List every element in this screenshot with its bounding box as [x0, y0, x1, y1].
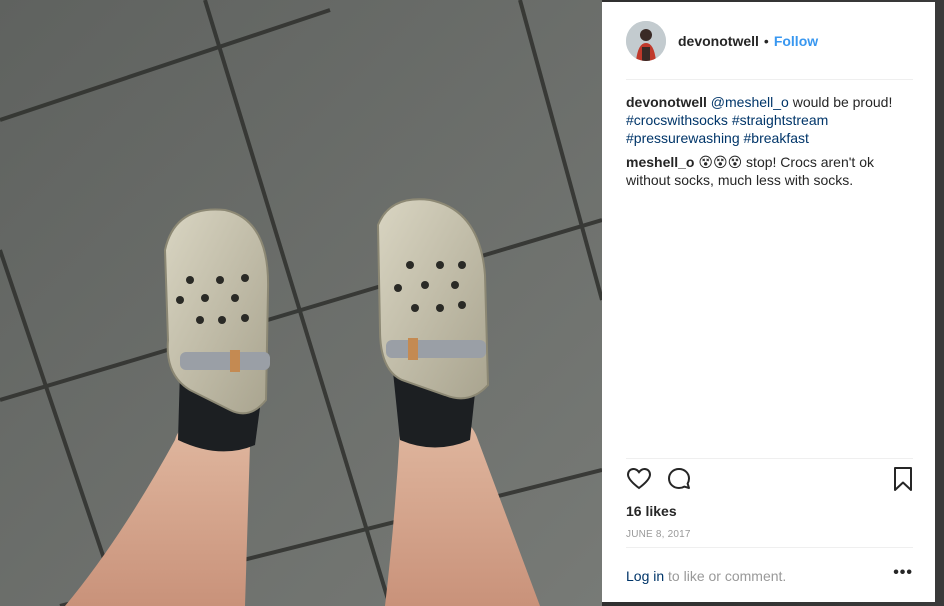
- hashtag-link[interactable]: #breakfast: [744, 130, 809, 146]
- post-actions: [624, 466, 916, 498]
- avatar-image: [626, 21, 666, 61]
- actions-divider: [626, 458, 913, 459]
- post-side-panel: devonotwell • Follow devonotwell @meshel…: [602, 2, 935, 602]
- caption: devonotwell @meshell_o would be proud! #…: [626, 93, 913, 147]
- post-header: devonotwell • Follow: [626, 20, 913, 62]
- comments-list: devonotwell @meshell_o would be proud! #…: [626, 93, 913, 195]
- caption-text: would be proud!: [792, 94, 893, 110]
- comment-item: meshell_o 😵😵😵 stop! Crocs aren't ok with…: [626, 153, 913, 189]
- heart-icon[interactable]: [626, 466, 652, 497]
- avatar[interactable]: [626, 21, 666, 61]
- caption-mention[interactable]: @meshell_o: [711, 94, 789, 110]
- follow-button[interactable]: Follow: [774, 33, 818, 49]
- post-image: [0, 0, 602, 606]
- post-date: JUNE 8, 2017: [626, 529, 691, 540]
- hashtag-link[interactable]: #pressurewashing: [626, 130, 740, 146]
- login-suffix: to like or comment.: [668, 568, 787, 584]
- likes-count[interactable]: 16 likes: [626, 503, 677, 519]
- header-username[interactable]: devonotwell: [678, 33, 759, 49]
- header-divider: [626, 79, 913, 80]
- post-photo[interactable]: [0, 0, 602, 606]
- header-separator: •: [763, 33, 769, 49]
- login-link[interactable]: Log in: [626, 568, 664, 584]
- login-prompt: Log in to like or comment.: [626, 568, 913, 584]
- comment-icon[interactable]: [666, 466, 692, 497]
- instagram-post-modal: devonotwell • Follow devonotwell @meshel…: [0, 0, 944, 606]
- comment-author[interactable]: meshell_o: [626, 154, 694, 170]
- hashtag-link[interactable]: #crocswithsocks: [626, 112, 728, 128]
- footer-divider: [626, 547, 913, 548]
- caption-author[interactable]: devonotwell: [626, 94, 707, 110]
- bookmark-icon[interactable]: [891, 466, 915, 497]
- more-options-button[interactable]: •••: [893, 564, 913, 582]
- hashtag-link[interactable]: #straightstream: [732, 112, 828, 128]
